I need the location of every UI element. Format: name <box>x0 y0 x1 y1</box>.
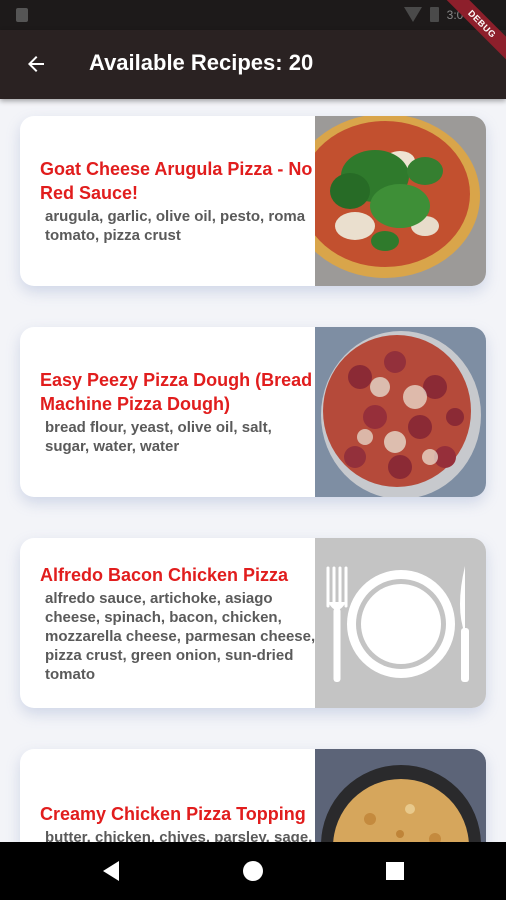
recipe-card[interactable]: Easy Peezy Pizza Dough (Bread Machine Pi… <box>20 327 486 497</box>
recipe-list[interactable]: Goat Cheese Arugula Pizza - No Red Sauce… <box>0 99 506 842</box>
recipe-card-text: Goat Cheese Arugula Pizza - No Red Sauce… <box>40 116 316 286</box>
home-circle-icon <box>243 861 263 881</box>
back-triangle-icon <box>103 861 119 881</box>
recipe-ingredients: butter, chicken, chives, parsley, sage, … <box>45 829 313 842</box>
recipe-ingredients: alfredo sauce, artichoke, asiago cheese,… <box>45 589 316 683</box>
recipe-ingredients: arugula, garlic, olive oil, pesto, roma … <box>45 208 306 244</box>
pizza-pepperoni-photo <box>315 327 486 497</box>
app-bar: Available Recipes: 20 <box>0 30 506 99</box>
nav-home-button[interactable] <box>238 856 268 886</box>
recipe-card[interactable]: Goat Cheese Arugula Pizza - No Red Sauce… <box>20 116 486 286</box>
recipe-title: Creamy Chicken Pizza Topping <box>40 804 306 824</box>
status-time: 3:04 <box>446 7 470 22</box>
recipe-ingredients: bread flour, yeast, olive oil, salt, sug… <box>45 419 272 455</box>
recipe-card[interactable]: Creamy Chicken Pizza Topping butter, chi… <box>20 749 486 842</box>
recipe-title: Goat Cheese Arugula Pizza - No Red Sauce… <box>40 159 313 203</box>
pizza-arugula-photo <box>315 116 486 286</box>
page-title: Available Recipes: 20 <box>89 50 314 75</box>
status-bar: 3:04 <box>0 0 506 30</box>
arrow-left-icon <box>28 56 44 72</box>
plate-fork-knife-placeholder-icon <box>315 538 486 708</box>
recents-square-icon <box>386 862 404 880</box>
recipe-card-text: Creamy Chicken Pizza Topping butter, chi… <box>40 749 316 842</box>
recipe-card[interactable]: Alfredo Bacon Chicken Pizza alfredo sauc… <box>20 538 486 708</box>
system-nav-bar <box>0 842 506 900</box>
nav-recents-button[interactable] <box>380 856 410 886</box>
recipe-card-text: Alfredo Bacon Chicken Pizza alfredo sauc… <box>40 538 316 708</box>
recipe-title: Easy Peezy Pizza Dough (Bread Machine Pi… <box>40 370 313 414</box>
battery-icon <box>429 7 439 22</box>
status-icons: 3:04 <box>403 7 470 22</box>
pizza-pan-photo <box>315 749 486 842</box>
recipe-card-text: Easy Peezy Pizza Dough (Bread Machine Pi… <box>40 327 316 497</box>
nav-back-button[interactable] <box>96 856 126 886</box>
wifi-icon <box>403 7 422 22</box>
recipe-title: Alfredo Bacon Chicken Pizza <box>40 564 289 585</box>
back-button[interactable] <box>14 42 58 86</box>
sim-card-icon <box>16 8 28 22</box>
